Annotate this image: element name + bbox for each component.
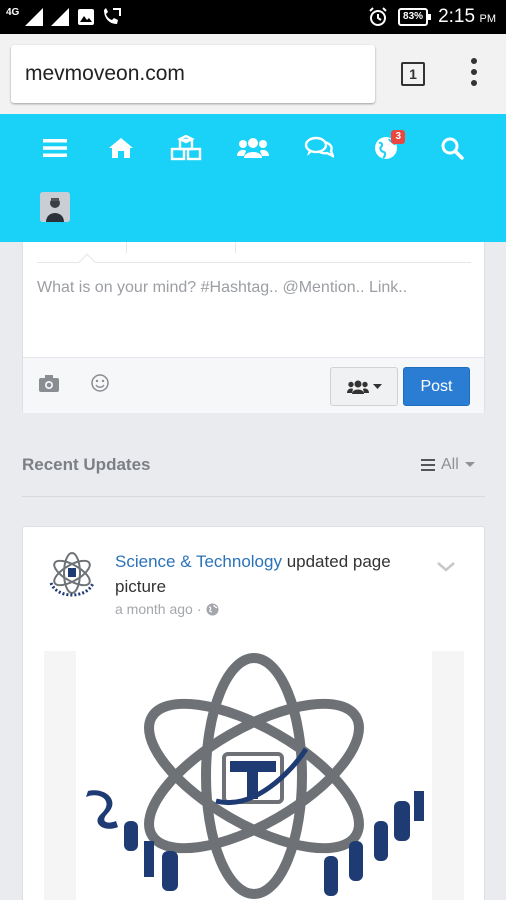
composer-footer: Post [23,357,484,413]
feed-filter-dropdown[interactable]: All [421,456,475,474]
search-icon[interactable] [430,128,474,168]
camera-icon[interactable] [39,375,59,397]
caret-down-icon [464,462,475,467]
users-icon[interactable] [231,128,275,168]
list-icon [421,459,435,471]
tab-switcher-button[interactable]: 1 [401,62,425,86]
status-right: 83% 2:15 PM [368,4,496,30]
clock-ampm: PM [479,13,497,25]
feed-title: Recent Updates [22,455,151,474]
signal-icon [25,8,44,26]
composer-tabs-line [37,262,471,263]
clock-time: 2:15 [438,6,476,27]
post-author-link[interactable]: Science & Technology [115,552,282,571]
call-notification-icon [104,8,122,24]
site-header: 3 [0,114,506,242]
feed-post: Science & Technology updated page pictur… [22,526,485,900]
globe-icon [206,603,219,615]
post-headline: Science & Technology updated page pictur… [115,549,425,599]
composer-tab-pointer [78,253,96,271]
clock: 2:15 PM [438,6,496,28]
users-icon [346,380,369,394]
menu-icon[interactable] [33,128,77,168]
post-time[interactable]: a month ago [115,601,193,617]
notification-badge: 3 [391,130,405,144]
privacy-dropdown-button[interactable] [330,367,398,406]
browser-toolbar: mevmoveon.com 1 [0,34,506,114]
user-avatar[interactable] [40,192,70,222]
image-notification-icon [78,9,95,25]
network-type: 4G [6,6,20,18]
status-input[interactable]: What is on your mind? #Hashtag.. @Mentio… [37,279,407,297]
emoji-icon[interactable] [91,374,109,397]
chat-icon[interactable] [297,128,341,168]
signal-icon [51,8,70,26]
home-icon[interactable] [99,128,143,168]
post-meta: a month ago · [115,601,219,617]
status-bar: 4G 83% 2:15 PM [0,0,506,34]
post-image[interactable] [44,651,464,900]
browser-menu-button[interactable] [466,58,482,92]
divider [22,496,485,497]
page-avatar[interactable] [43,547,101,605]
feed-filter-label: All [441,456,459,473]
meta-separator: · [196,601,202,617]
alarm-icon [369,7,387,26]
science-technology-logo [76,651,432,900]
status-left: 4G [6,4,122,30]
caret-down-icon [372,383,382,389]
chevron-down-icon[interactable] [437,559,455,577]
post-button[interactable]: Post [403,367,470,406]
battery-indicator: 83% [398,8,432,26]
cubes-icon[interactable] [164,128,208,168]
globe-icon[interactable]: 3 [364,128,408,168]
address-bar[interactable]: mevmoveon.com [11,45,375,103]
